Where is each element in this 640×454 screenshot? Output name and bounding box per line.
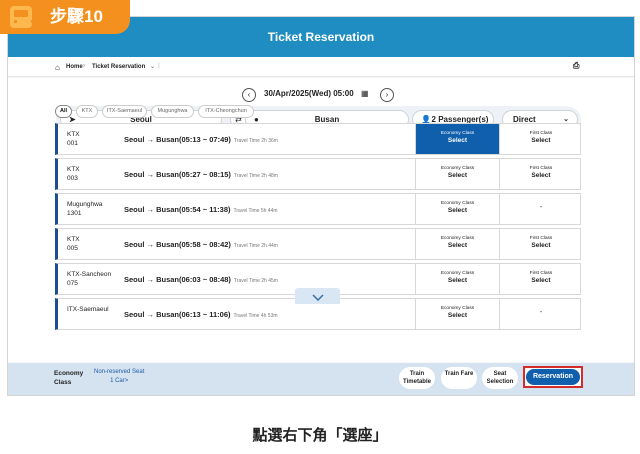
train-name: Mugunghwa 1301 (67, 201, 103, 217)
reservation-bar: Economy Class Non-reserved Seat 1 Car> Tra… (8, 363, 634, 395)
filter-ktx[interactable]: KTX (76, 105, 98, 118)
filter-itx-cheongchun[interactable]: ITX-Cheongchun (198, 105, 254, 118)
breadcrumb-divider: | (158, 63, 160, 69)
breadcrumb-separator: › (83, 63, 85, 69)
page-title: Ticket Reservation (267, 30, 375, 44)
first-class-select-button[interactable]: First Class Select (499, 229, 582, 259)
train-row: KTX 003 Seoul → Busan(05:27 ~ 08:15) Trave… (55, 158, 581, 190)
chevron-down-icon (311, 294, 324, 302)
train-name: KTX 005 (67, 236, 80, 252)
economy-select-button[interactable]: Economy Class Select (415, 124, 499, 154)
print-icon[interactable]: ⎙ (573, 61, 579, 71)
calendar-icon[interactable]: ▦ (361, 89, 369, 98)
reservation-button-highlight: Reservation (523, 366, 583, 388)
first-class-select-button[interactable]: First Class Select (499, 264, 582, 294)
train-route: Seoul → Busan(05:13 ~ 07:49) Travel Time … (124, 135, 278, 144)
app-window: Ticket Reservation ⌂ Home › Ticket Reser… (7, 16, 635, 396)
train-name: KTX-Sancheon 075 (67, 271, 112, 287)
train-row: KTX 005 Seoul → Busan(05:58 ~ 08:42) Trave… (55, 228, 581, 260)
economy-select-button[interactable]: Economy Class Select (415, 159, 499, 189)
economy-select-button[interactable]: Economy Class Select (415, 194, 499, 224)
step-label: 步驟10 (50, 7, 103, 26)
train-row: KTX 001 Seoul → Busan(05:13 ~ 07:49) Trave… (55, 123, 581, 155)
home-icon[interactable]: ⌂ (55, 63, 60, 72)
train-icon (10, 6, 34, 28)
train-row: Mugunghwa 1301 Seoul → Busan(05:54 ~ 11:3… (55, 193, 581, 225)
prev-date-button[interactable]: ‹ (242, 88, 256, 102)
selected-class: Economy Class (54, 370, 84, 386)
train-timetable-button[interactable]: Train Timetable (399, 367, 435, 389)
first-class-unavailable: - (499, 194, 582, 224)
train-route: Seoul → Busan(06:13 ~ 11:06) Travel Time … (124, 310, 278, 319)
train-route: Seoul → Busan(05:27 ~ 08:15) Travel Time … (124, 170, 278, 179)
date-selector: ‹ 30/Apr/2025(Wed) 05:00 ▦ › (8, 87, 634, 103)
train-route: Seoul → Busan(05:54 ~ 11:38) Travel Time … (124, 205, 278, 214)
first-class-select-button[interactable]: First Class Select (499, 124, 582, 154)
reservation-button[interactable]: Reservation (526, 369, 580, 385)
economy-select-button[interactable]: Economy Class Select (415, 299, 499, 329)
first-class-unavailable: - (499, 299, 582, 329)
filter-mugunghwa[interactable]: Mugunghwa (151, 105, 194, 118)
departure-date: 30/Apr/2025(Wed) 05:00 (264, 89, 354, 98)
chevron-down-icon[interactable]: ⌄ (150, 63, 155, 70)
train-route: Seoul → Busan(06:03 ~ 08:48) Travel Time … (124, 275, 278, 284)
breadcrumb-current: Ticket Reservation (92, 64, 146, 70)
step-badge: 步驟10 (0, 0, 130, 34)
economy-select-button[interactable]: Economy Class Select (415, 264, 499, 294)
filter-all[interactable]: All (55, 105, 72, 118)
non-reserved-seat-link[interactable]: Non-reserved Seat 1 Car> (94, 368, 144, 386)
instruction-caption: 點選右下角「選座」 (252, 426, 388, 444)
first-class-select-button[interactable]: First Class Select (499, 159, 582, 189)
filter-itx-saemaeul[interactable]: ITX-Saemaeul (102, 105, 147, 118)
seat-selection-button[interactable]: Seat Selection (482, 367, 518, 389)
economy-select-button[interactable]: Economy Class Select (415, 229, 499, 259)
breadcrumb: ⌂ Home › Ticket Reservation ⌄ | ⎙ (8, 57, 634, 77)
train-fare-button[interactable]: Train Fare (441, 367, 477, 389)
breadcrumb-home[interactable]: Home (66, 64, 83, 70)
train-name: KTX 001 (67, 131, 80, 147)
next-date-button[interactable]: › (380, 88, 394, 102)
train-name: ITX-Saemaeul (67, 306, 109, 313)
train-route: Seoul → Busan(05:58 ~ 08:42) Travel Time … (124, 240, 278, 249)
train-name: KTX 003 (67, 166, 80, 182)
expand-panel-button[interactable] (295, 288, 340, 304)
